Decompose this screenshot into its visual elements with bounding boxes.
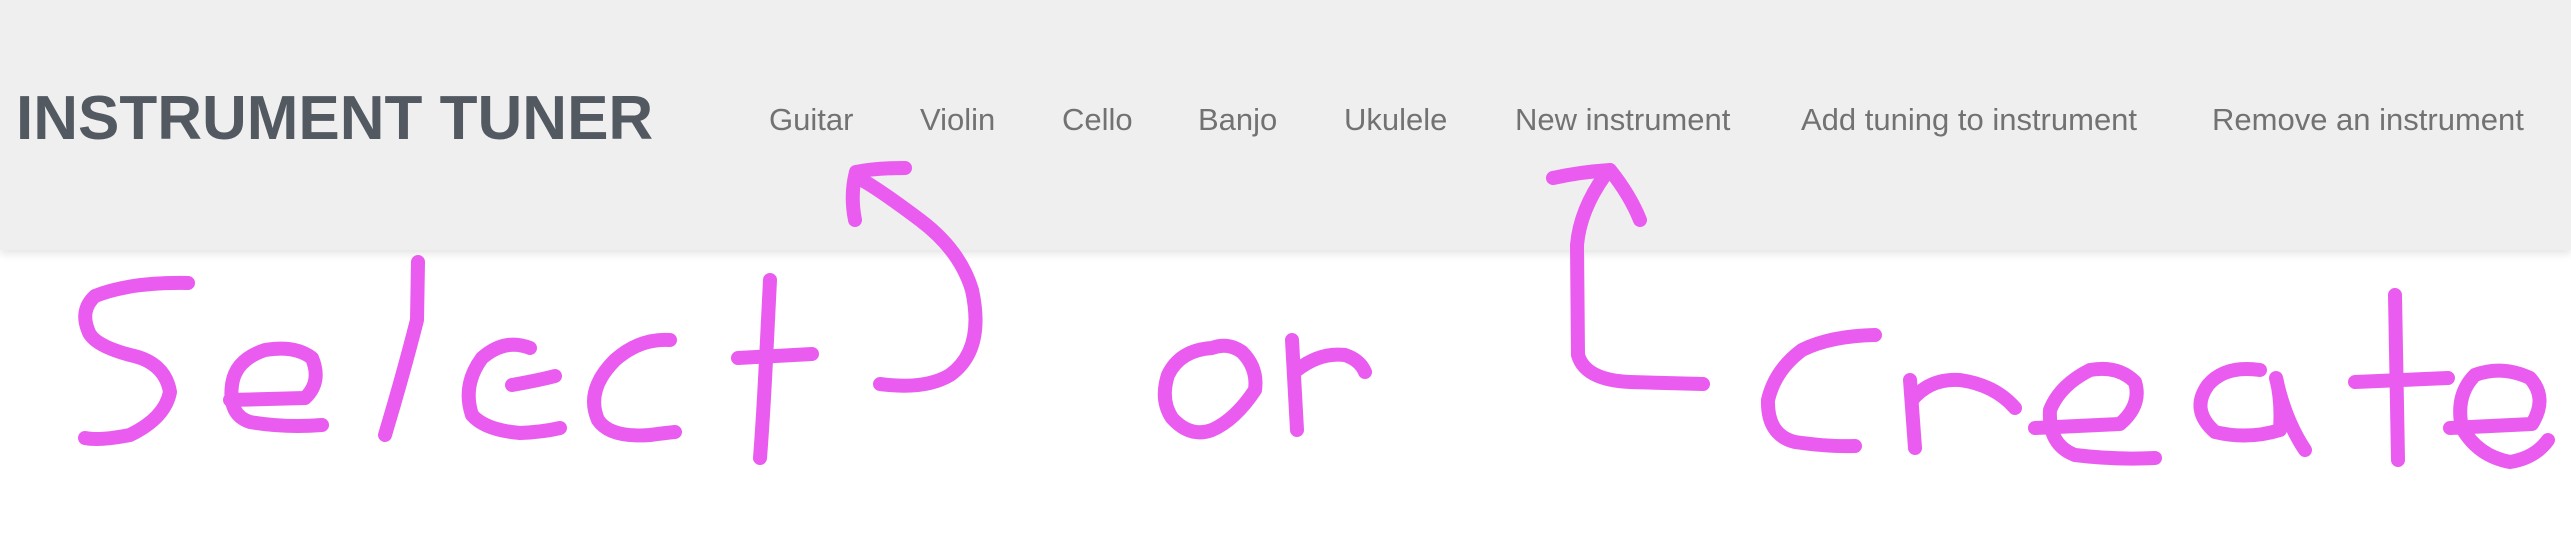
nav-item-cello[interactable]: Cello [1062, 100, 1133, 140]
nav-item-guitar[interactable]: Guitar [769, 100, 853, 140]
nav-item-add-tuning[interactable]: Add tuning to instrument [1801, 100, 2137, 140]
app-brand-title[interactable]: INSTRUMENT TUNER [16, 82, 653, 156]
nav-item-ukulele[interactable]: Ukulele [1344, 100, 1447, 140]
annotation-word-create [1761, 288, 2555, 469]
annotation-word-select [78, 255, 819, 465]
annotation-word-or [1157, 333, 1372, 440]
nav-item-remove-instrument[interactable]: Remove an instrument [2212, 100, 2524, 140]
nav-item-new-instrument[interactable]: New instrument [1515, 100, 1730, 140]
top-navbar: INSTRUMENT TUNER Guitar Violin Cello Ban… [0, 0, 2571, 250]
nav-item-banjo[interactable]: Banjo [1198, 100, 1277, 140]
nav-item-violin[interactable]: Violin [920, 100, 995, 140]
